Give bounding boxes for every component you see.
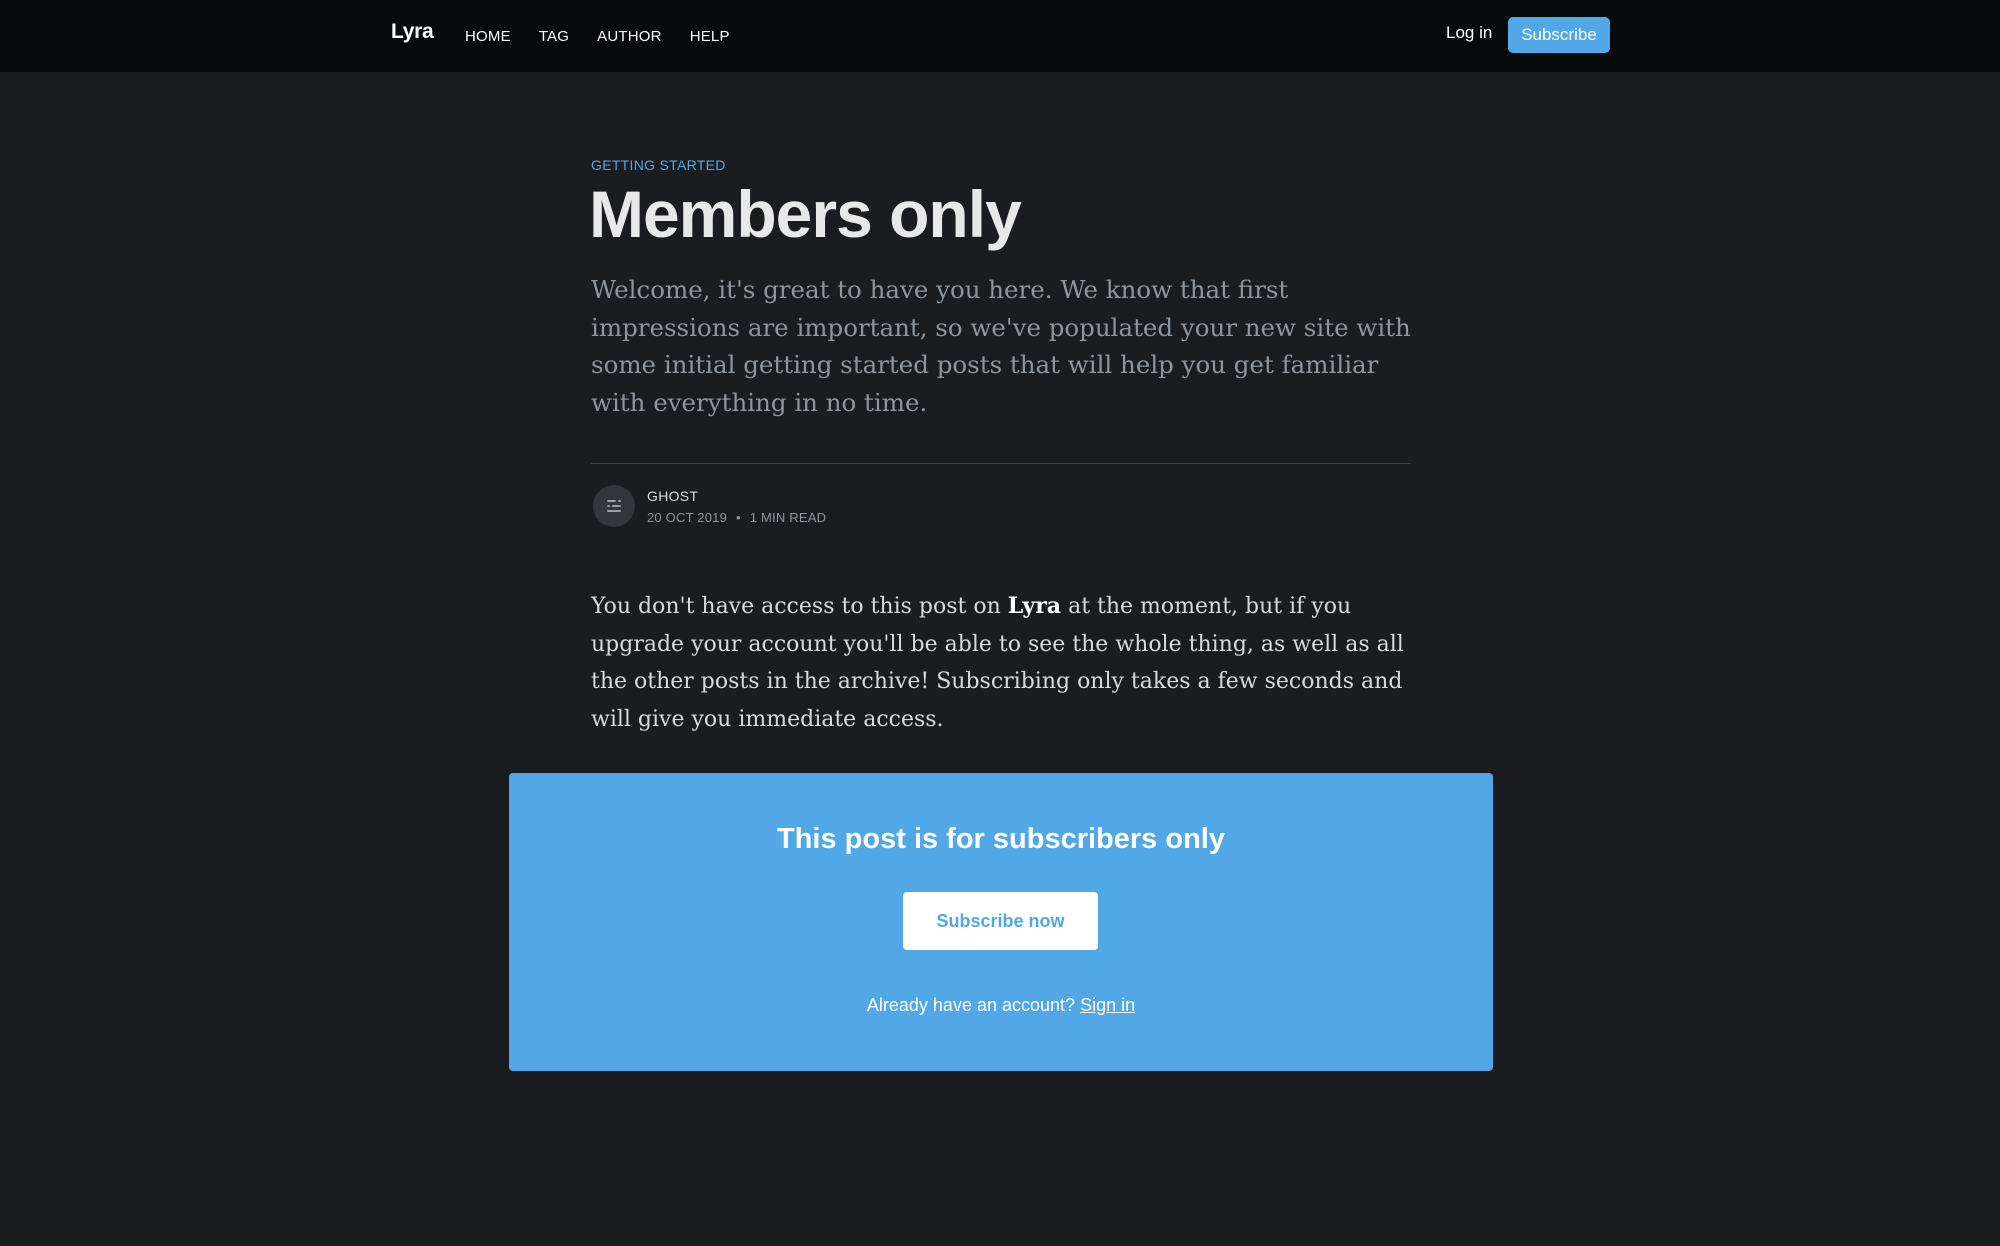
post-date: 20 OCT 2019: [647, 510, 728, 525]
post-title: Members only: [589, 177, 1022, 251]
body-site-name: Lyra: [1007, 593, 1062, 619]
author-avatar[interactable]: [593, 485, 635, 527]
main-nav: HOME TAG AUTHOR HELP: [465, 0, 758, 72]
ghost-logo-icon: [607, 500, 621, 512]
subscribe-button[interactable]: Subscribe: [1508, 17, 1610, 53]
post-excerpt: Welcome, it's great to have you here. We…: [591, 275, 1411, 417]
subscribe-now-button[interactable]: Subscribe now: [903, 892, 1098, 950]
login-link[interactable]: Log in: [1446, 23, 1492, 43]
nav-item-help[interactable]: HELP: [690, 28, 730, 45]
site-logo[interactable]: Lyra: [391, 20, 434, 44]
nav-item-home[interactable]: HOME: [465, 28, 511, 45]
signin-prompt: Already have an account? Sign in: [509, 995, 1493, 1016]
nav-item-author[interactable]: AUTHOR: [597, 28, 662, 45]
divider: [591, 463, 1411, 464]
post-tag[interactable]: GETTING STARTED: [591, 157, 726, 173]
author-name[interactable]: GHOST: [647, 488, 698, 504]
cta-title: This post is for subscribers only: [777, 823, 1225, 855]
signin-prompt-text: Already have an account?: [866, 995, 1076, 1015]
site-header: Lyra HOME TAG AUTHOR HELP Log in Subscri…: [0, 0, 2000, 72]
post-body: You don't have access to this post on Ly…: [591, 588, 1421, 738]
post-meta: 20 OCT 2019 • 1 MIN READ: [647, 510, 826, 525]
nav-item-tag[interactable]: TAG: [539, 28, 569, 45]
signin-link[interactable]: Sign in: [1080, 995, 1135, 1015]
body-text-start: You don't have access to this post on: [591, 594, 1008, 619]
subscribe-cta: This post is for subscribers only Subscr…: [509, 773, 1493, 1071]
meta-separator: •: [736, 510, 741, 525]
reading-time: 1 MIN READ: [749, 510, 827, 525]
